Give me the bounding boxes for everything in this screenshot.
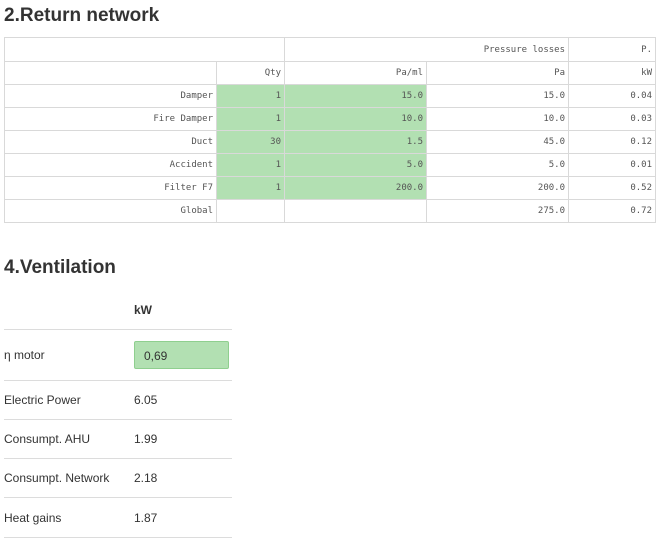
row-name: Filter F7 xyxy=(4,176,217,200)
ventilation-header-row: kW xyxy=(4,290,232,330)
pa-ml-input[interactable]: 200.0 xyxy=(284,176,427,200)
consumpt-ahu-label: Consumpt. AHU xyxy=(4,432,91,446)
header-kw: kW xyxy=(568,61,656,85)
kw-value: 0.03 xyxy=(568,107,656,131)
consumpt-network-value: 2.18 xyxy=(134,471,158,485)
list-item: Heat gains 1.87 xyxy=(4,498,232,538)
header-pressure-losses: Pressure losses xyxy=(284,37,569,62)
list-item: Consumpt. AHU 1.99 xyxy=(4,420,232,459)
qty-input[interactable]: 1 xyxy=(216,107,285,131)
return-network-title: 2.Return network xyxy=(4,5,160,26)
ventilation-title: 4.Ventilation xyxy=(4,257,116,278)
kw-value: 0.01 xyxy=(568,153,656,177)
list-item: Electric Power 6.05 xyxy=(4,381,232,420)
heat-gains-value: 1.87 xyxy=(134,510,158,525)
list-item: Consumpt. Network 2.18 xyxy=(4,459,232,498)
row-name: Duct xyxy=(4,130,217,154)
row-name: Fire Damper xyxy=(4,107,217,131)
table-group-header-row: Pressure losses P. xyxy=(4,37,656,62)
row-name: Damper xyxy=(4,84,217,108)
header-qty: Qty xyxy=(216,61,285,85)
pa-value: 45.0 xyxy=(426,130,569,154)
header-pa: Pa xyxy=(426,61,569,85)
qty-input[interactable]: 1 xyxy=(216,153,285,177)
table-row: Fire Damper 1 10.0 10.0 0.03 xyxy=(4,107,656,131)
ventilation-panel: kW η motor 0,69 Electric Power 6.05 Cons… xyxy=(4,290,232,538)
electric-power-value: 6.05 xyxy=(134,393,158,407)
electric-power-label: Electric Power xyxy=(4,393,81,407)
table-row: Filter F7 1 200.0 200.0 0.52 xyxy=(4,176,656,200)
pa-value: 200.0 xyxy=(426,176,569,200)
eta-motor-label: η motor xyxy=(4,348,45,362)
global-pa-value: 275.0 xyxy=(426,199,569,223)
eta-motor-row: η motor 0,69 xyxy=(4,330,232,381)
table-unit-header-row: Qty Pa/ml Pa kW xyxy=(4,61,656,85)
unit-header: kW xyxy=(134,302,152,317)
eta-motor-cell: 0,69 xyxy=(134,341,232,369)
table-global-row: Global 275.0 0.72 xyxy=(4,199,656,223)
qty-input[interactable]: 1 xyxy=(216,84,285,108)
pa-ml-input[interactable]: 15.0 xyxy=(284,84,427,108)
empty-cell xyxy=(216,199,285,223)
global-kw-value: 0.72 xyxy=(568,199,656,223)
consumpt-network-label: Consumpt. Network xyxy=(4,471,110,485)
qty-input[interactable]: 30 xyxy=(216,130,285,154)
kw-value: 0.04 xyxy=(568,84,656,108)
header-blank-cell xyxy=(4,37,285,62)
consumpt-ahu-value: 1.99 xyxy=(134,432,158,446)
pa-ml-input[interactable]: 5.0 xyxy=(284,153,427,177)
pa-ml-input[interactable]: 10.0 xyxy=(284,107,427,131)
pa-ml-input[interactable]: 1.5 xyxy=(284,130,427,154)
return-network-table: Pressure losses P. Qty Pa/ml Pa kW Dampe… xyxy=(4,37,656,223)
kw-value: 0.12 xyxy=(568,130,656,154)
row-name: Accident xyxy=(4,153,217,177)
pa-value: 5.0 xyxy=(426,153,569,177)
kw-value: 0.52 xyxy=(568,176,656,200)
table-row: Damper 1 15.0 15.0 0.04 xyxy=(4,84,656,108)
table-row: Duct 30 1.5 45.0 0.12 xyxy=(4,130,656,154)
table-row: Accident 1 5.0 5.0 0.01 xyxy=(4,153,656,177)
pa-value: 10.0 xyxy=(426,107,569,131)
qty-input[interactable]: 1 xyxy=(216,176,285,200)
heat-gains-label: Heat gains xyxy=(4,510,62,525)
header-name-cell xyxy=(4,61,217,85)
header-power: P. xyxy=(568,37,656,62)
global-label: Global xyxy=(4,199,217,223)
eta-motor-input[interactable]: 0,69 xyxy=(134,341,229,369)
empty-cell xyxy=(284,199,427,223)
pa-value: 15.0 xyxy=(426,84,569,108)
header-pa-ml: Pa/ml xyxy=(284,61,427,85)
